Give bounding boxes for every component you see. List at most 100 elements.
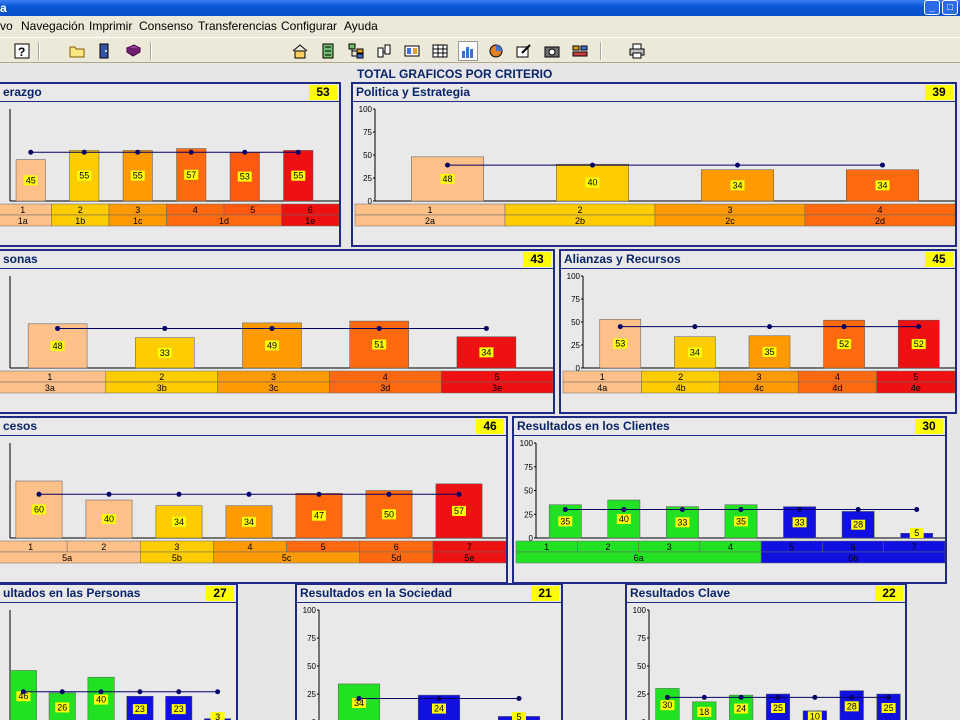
door-icon[interactable]	[94, 41, 114, 61]
cards-icon[interactable]	[374, 41, 394, 61]
menu-item-consenso[interactable]: Consenso	[139, 19, 193, 33]
criterion-panel: erazgo 53 45 55 55 57 53 55 1 2 3 4 5 6 1a 1b 1c 1d 1e	[0, 82, 341, 247]
criterion-panel: Resultados Clave22 1007550250301824251028…	[625, 583, 907, 720]
average-marker	[137, 689, 143, 695]
criterion-panel: Resultados en los Clientes 30 100 75 50 25 0 35…	[512, 416, 947, 584]
panel-header: erazgo 53	[0, 84, 339, 102]
bar-chart: 100755025030182425102825	[633, 606, 901, 720]
average-marker	[376, 325, 382, 331]
y-tick-label: 75	[524, 463, 533, 472]
panel-title: Resultados en los Clientes	[517, 419, 670, 433]
bar-value-label: 53	[615, 339, 625, 349]
y-tick-label: 75	[307, 634, 316, 643]
subcriterion-cell-label: 3d	[380, 383, 390, 393]
menu-item-configurar[interactable]: Configurar	[281, 19, 337, 33]
subcriterion-cell-label: 1e	[305, 216, 315, 226]
panel-header: Resultados Clave 22	[627, 585, 905, 603]
criterion-cell-label: 3	[271, 372, 276, 382]
criterion-panel: Alianzas y Recursos 45 100 75 50 25 0 53 34 35 52 5…	[559, 249, 957, 414]
panel-title: Alianzas y Recursos	[564, 252, 681, 266]
maximize-button[interactable]: □	[942, 0, 958, 15]
menu-item-ayuda[interactable]: Ayuda	[344, 19, 378, 33]
grid-icon[interactable]	[430, 41, 450, 61]
home-icon[interactable]	[290, 41, 310, 61]
criterion-cell[interactable]	[0, 203, 52, 216]
panel-title: erazgo	[3, 85, 42, 99]
average-marker	[176, 689, 182, 695]
camera-icon[interactable]	[542, 41, 562, 61]
tree-icon[interactable]	[346, 41, 366, 61]
pie-chart-icon[interactable]	[486, 41, 506, 61]
average-marker	[188, 149, 194, 155]
y-tick-label: 25	[307, 690, 316, 699]
printer-icon[interactable]	[627, 41, 647, 61]
criterion-cell[interactable]	[0, 370, 107, 383]
criterion-cell-label: 1	[544, 542, 549, 552]
bar-chart-icon[interactable]	[458, 41, 478, 61]
bar-value-label: 53	[240, 172, 250, 182]
bar-value-label: 52	[839, 339, 849, 349]
average-marker	[841, 324, 847, 330]
subcriterion-cell-label: 4a	[597, 383, 607, 393]
frame-icon[interactable]	[402, 41, 422, 61]
average-marker	[246, 491, 252, 497]
minimize-button[interactable]: _	[924, 0, 940, 15]
average-marker	[886, 694, 892, 700]
average-marker	[516, 695, 522, 701]
menu-item-imprimir[interactable]: Imprimir	[89, 19, 132, 33]
list-icon[interactable]	[318, 41, 338, 61]
average-marker	[356, 695, 362, 701]
subcriterion-cell-label: 3b	[157, 383, 167, 393]
bar-value-label: 23	[174, 704, 184, 714]
average-marker	[436, 695, 442, 701]
menu-item-transferencias[interactable]: Transferencias	[198, 19, 277, 33]
subcriterion-cell-label: 1b	[75, 216, 85, 226]
criterion-panel: Resultados en la Sociedad211007550250342…	[295, 583, 563, 720]
bar-value-label: 60	[34, 505, 44, 515]
average-marker	[55, 325, 61, 331]
bar-chart: 483349 51341 2 3 4 53a 3b 3c 3d 3e	[0, 276, 553, 394]
subcriterion-cell-label: 2d	[875, 216, 885, 226]
bar-value-label: 48	[53, 341, 63, 351]
tools-icon[interactable]	[570, 41, 590, 61]
bar-value-label: 33	[677, 517, 687, 527]
average-marker	[775, 694, 781, 700]
score-badge: 53	[309, 85, 337, 100]
panel-title: sonas	[3, 252, 38, 266]
average-marker	[855, 507, 861, 512]
panel-header: sonas 43	[0, 251, 553, 269]
average-marker	[767, 324, 772, 330]
menu-item-archivo[interactable]: vo	[0, 19, 13, 33]
panel-header: Resultados en la Sociedad 21	[297, 585, 561, 603]
criterion-cell[interactable]	[0, 540, 68, 553]
menu-item-navegacion[interactable]: Navegación	[21, 19, 84, 33]
bar-value-label: 3	[215, 712, 220, 720]
help-icon[interactable]: ?	[12, 41, 32, 61]
score-badge: 27	[206, 586, 234, 601]
average-marker	[679, 507, 685, 512]
subcriterion-cell-label: 3a	[45, 383, 55, 393]
criterion-panel: ultados en las Personas 27 46 26 40 23 23 3	[0, 583, 238, 720]
average-marker	[98, 689, 104, 695]
criterion-panel: sonas 43 48 33 49 51 34 1 2 3 4 5 3a 3b 3c 3d 3e	[0, 249, 555, 414]
bar-value-label: 26	[57, 702, 67, 712]
subcriterion-cell-label: 4e	[911, 383, 921, 393]
folder-icon[interactable]	[67, 41, 87, 61]
bar-value-label: 40	[587, 178, 597, 188]
page-title: TOTAL GRAFICOS POR CRITERIO	[357, 67, 553, 81]
bar-value-label: 52	[914, 339, 924, 349]
bar-value-label: 34	[877, 180, 887, 190]
bar-chart: 45 55 55 57 53 551 2 3 4 5 61a 1b 1c 1d 1e	[0, 109, 339, 227]
svg-text:?: ?	[18, 45, 25, 59]
subcriterion-cell-label: 3e	[492, 383, 502, 393]
criterion-cell-label: 6	[394, 542, 399, 552]
average-marker	[692, 324, 698, 330]
average-marker	[664, 694, 670, 700]
average-marker	[701, 694, 707, 700]
edit-chart-icon[interactable]	[514, 41, 534, 61]
average-marker	[28, 149, 34, 155]
book-icon[interactable]	[123, 41, 143, 61]
criterion-cell-label: 3	[756, 372, 761, 382]
subcriterion-cell-label: 5a	[62, 553, 72, 563]
panel-header: Politica y Estrategia 39	[353, 84, 955, 102]
